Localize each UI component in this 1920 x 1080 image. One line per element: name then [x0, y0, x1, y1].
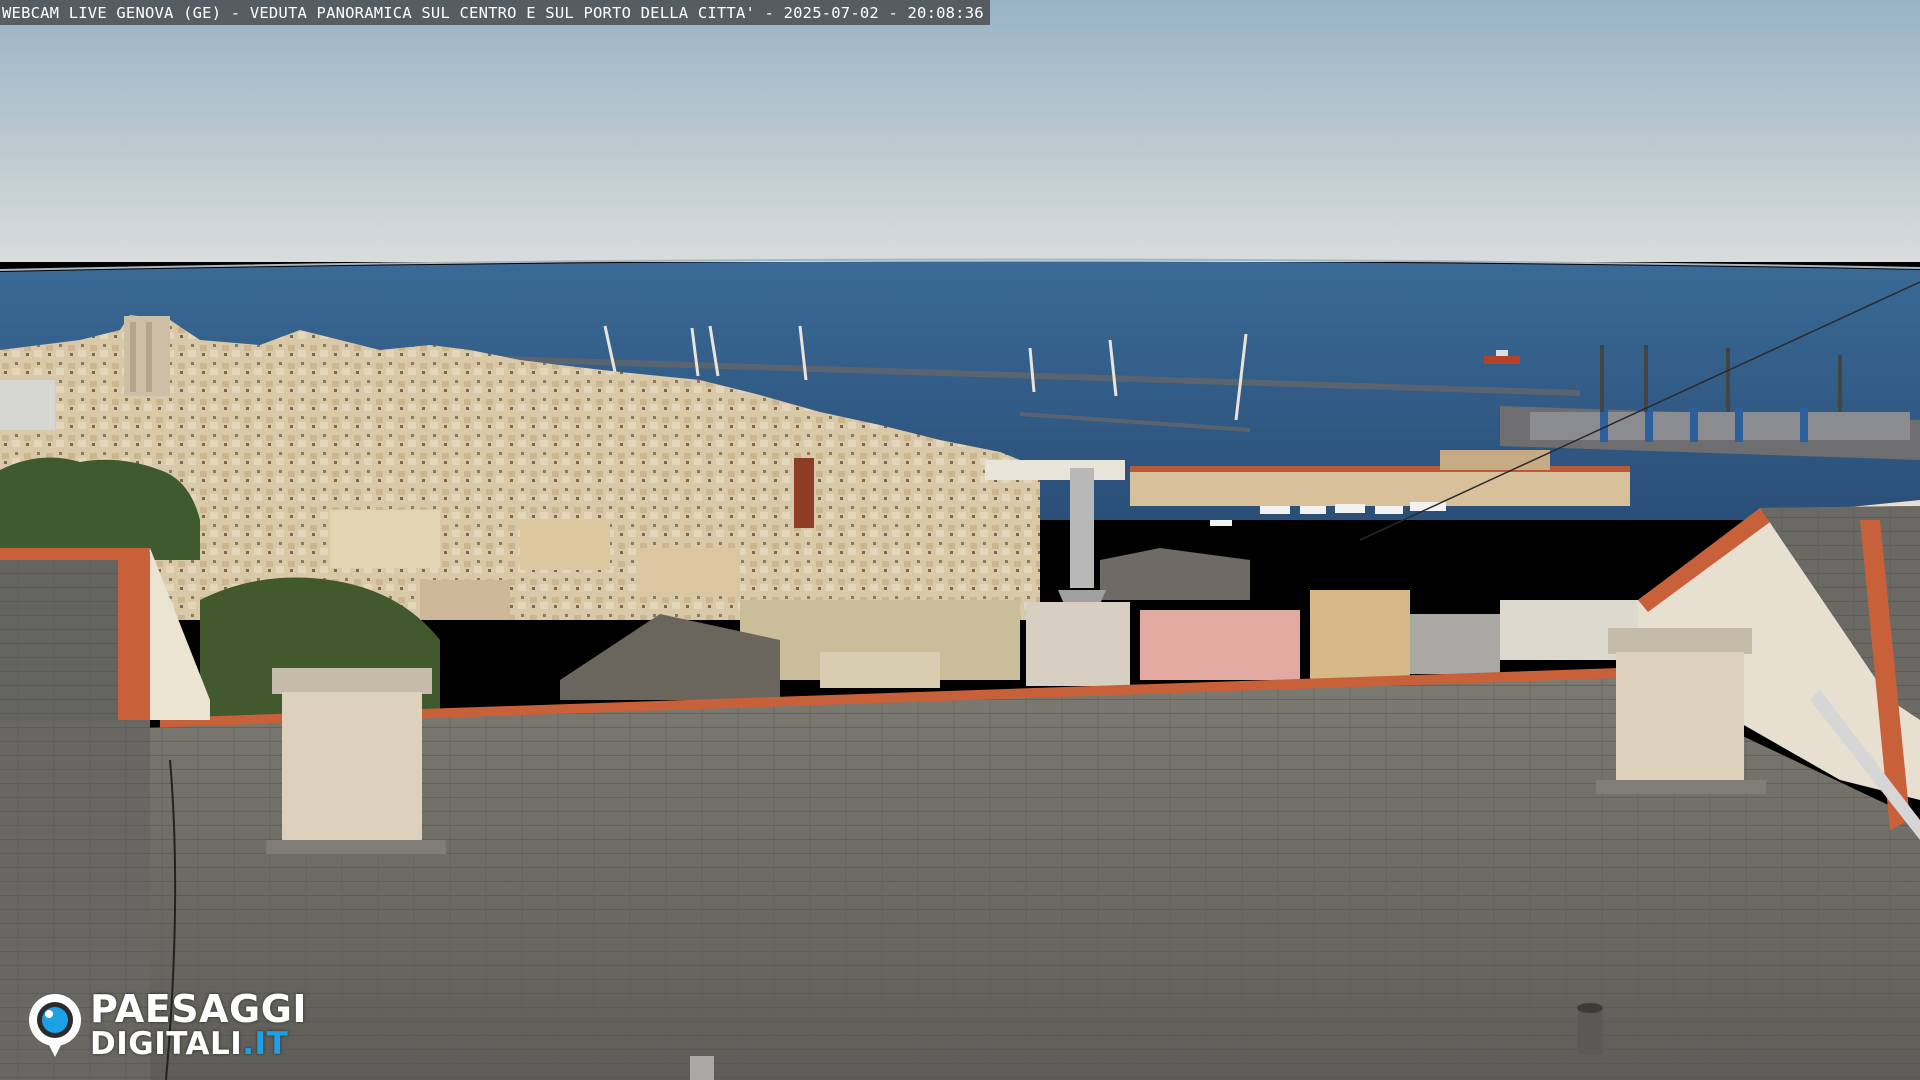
sky — [0, 0, 1920, 262]
camera-caption-bar: WEBCAM LIVE GENOVA (GE) - VEDUTA PANORAM… — [0, 0, 990, 25]
logo-line-paesaggi: PAESAGGI — [90, 987, 308, 1031]
brick-tower — [794, 458, 814, 528]
camera-lens-icon — [29, 994, 81, 1057]
chimney-left — [266, 668, 446, 854]
logo-digitali-text: DIGITALI — [90, 1026, 243, 1062]
brand-logo: PAESAGGI DIGITALI.IT — [26, 990, 307, 1060]
logo-tld-text: .IT — [242, 1026, 289, 1062]
logo-wordmark: PAESAGGI DIGITALI.IT — [90, 990, 307, 1060]
camera-caption: WEBCAM LIVE GENOVA (GE) - VEDUTA PANORAM… — [2, 3, 984, 22]
logo-line-digitali: DIGITALI.IT — [90, 1029, 307, 1060]
chimney-right — [1596, 628, 1766, 794]
webcam-scene — [0, 0, 1920, 1080]
